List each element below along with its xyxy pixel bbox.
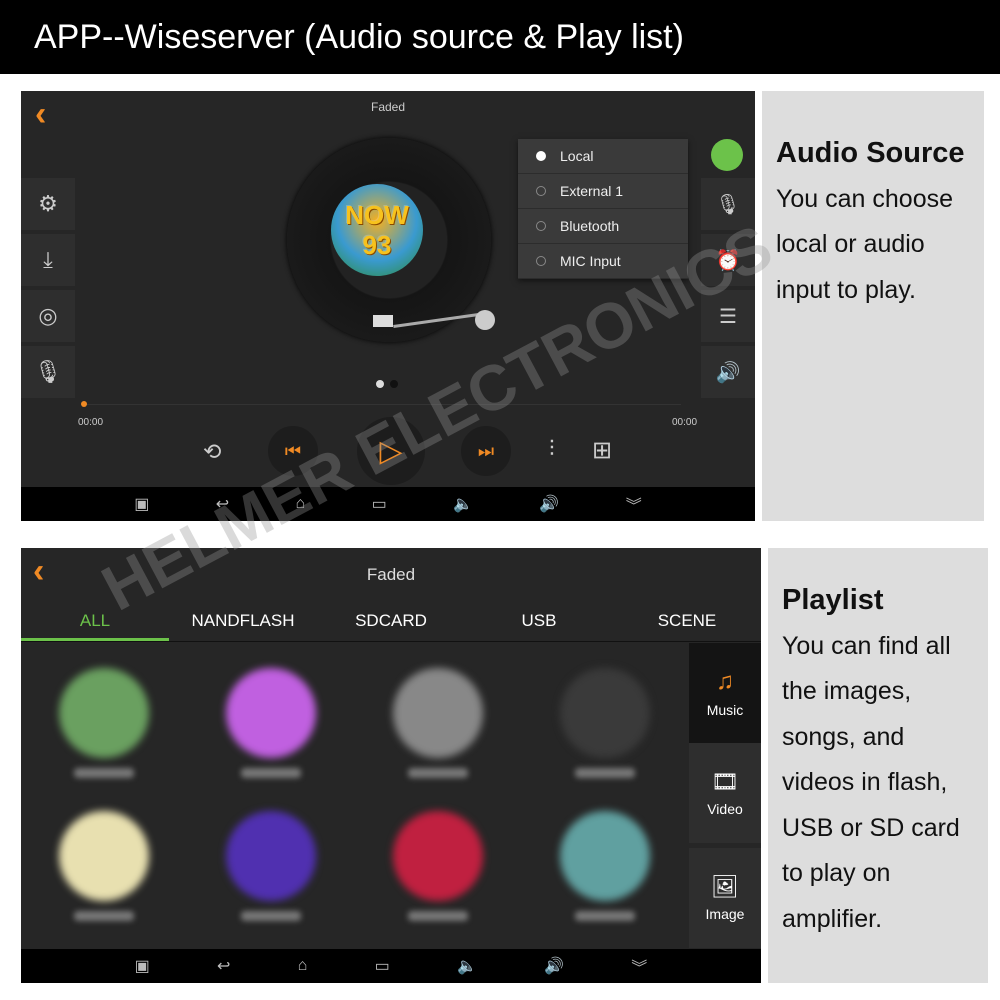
- recents-icon[interactable]: ▭: [372, 494, 387, 514]
- song-title: Faded: [370, 100, 406, 114]
- source-mic-input[interactable]: MIC Input: [518, 244, 688, 279]
- music-icon: ♫: [716, 668, 734, 695]
- android-nav-bar: ▣ ↩ ⌂ ▭ 🔈 🔊 ︾: [21, 949, 761, 983]
- vinyl-record: NOW 93: [287, 138, 491, 342]
- speaker-icon[interactable]: 🔊: [701, 346, 755, 398]
- page-header: APP--Wiseserver (Audio source & Play lis…: [0, 0, 1000, 74]
- page-dot[interactable]: [390, 380, 398, 388]
- tab-all[interactable]: ALL: [21, 608, 169, 641]
- player-screen: ‹ Faded ⚙ ⤓ ◎ 🎙 NOW 93 Local External 1 …: [21, 91, 755, 521]
- source-label: Local: [560, 148, 594, 164]
- audio-source-menu: Local External 1 Bluetooth MIC Input: [518, 139, 688, 279]
- panel-heading: Audio Source: [776, 137, 965, 169]
- category-video[interactable]: 🎞 Video: [689, 743, 761, 843]
- repeat-icon[interactable]: ⟲: [203, 439, 221, 465]
- back-nav-icon[interactable]: ↩: [216, 494, 229, 514]
- media-caption: [74, 911, 134, 921]
- tab-nandflash[interactable]: NANDFLASH: [169, 608, 317, 641]
- download-icon[interactable]: ⤓: [21, 234, 75, 286]
- home-icon[interactable]: ⌂: [298, 957, 308, 975]
- next-button[interactable]: ⏭: [461, 426, 511, 476]
- radio-icon: [536, 221, 546, 231]
- equalizer-icon[interactable]: ⫶: [549, 436, 555, 462]
- progress-bar[interactable]: [81, 404, 681, 405]
- panel-body: You can choose local or audio input to p…: [776, 184, 954, 304]
- media-caption: [241, 768, 301, 778]
- media-thumbnail[interactable]: [226, 668, 316, 758]
- play-button[interactable]: ▷: [357, 417, 425, 485]
- source-local[interactable]: Local: [518, 139, 688, 174]
- media-thumbnail[interactable]: [560, 811, 650, 901]
- audio-source-icon[interactable]: [711, 139, 743, 171]
- list-icon[interactable]: ☰: [701, 290, 755, 342]
- album-art: NOW 93: [331, 184, 423, 276]
- source-label: MIC Input: [560, 253, 621, 269]
- category-music[interactable]: ♫ Music: [689, 643, 761, 743]
- category-image[interactable]: 🖼 Image: [689, 848, 761, 948]
- radio-icon: [536, 186, 546, 196]
- progress-thumb[interactable]: [81, 401, 87, 407]
- source-external-1[interactable]: External 1: [518, 174, 688, 209]
- source-bluetooth[interactable]: Bluetooth: [518, 209, 688, 244]
- source-label: Bluetooth: [560, 218, 620, 234]
- media-thumbnail[interactable]: [59, 811, 149, 901]
- source-label: External 1: [560, 183, 624, 199]
- tab-usb[interactable]: USB: [465, 608, 613, 641]
- song-title: Faded: [366, 565, 416, 584]
- tonearm-pivot: [475, 310, 495, 330]
- playlist-screen: ‹ Faded ALL NANDFLASH SDCARD USB SCENE ♫…: [21, 548, 761, 983]
- grid-icon[interactable]: ⊞: [592, 436, 612, 465]
- category-label: Image: [705, 906, 745, 922]
- page-dot-active[interactable]: [376, 380, 384, 388]
- media-caption: [575, 911, 635, 921]
- radio-icon: [536, 256, 546, 266]
- volume-up-icon[interactable]: 🔊: [544, 956, 564, 976]
- audio-source-panel: Audio Source You can choose local or aud…: [762, 91, 984, 521]
- recents-icon[interactable]: ▭: [375, 956, 390, 976]
- tonearm: [373, 315, 393, 327]
- playlist-panel: Playlist You can find all the images, so…: [768, 548, 988, 983]
- volume-down-icon[interactable]: 🔈: [453, 494, 473, 514]
- volume-up-icon[interactable]: 🔊: [539, 494, 559, 514]
- media-thumbnail[interactable]: [393, 811, 483, 901]
- mic-rotate-icon[interactable]: 🎙: [701, 178, 755, 230]
- screenshot-icon[interactable]: ▣: [134, 494, 149, 514]
- album-art-text: NOW 93: [345, 200, 409, 260]
- settings-icon[interactable]: ⚙: [21, 178, 75, 230]
- volume-down-icon[interactable]: 🔈: [457, 956, 477, 976]
- microphone-icon[interactable]: 🎙: [21, 346, 75, 398]
- screenshot-icon[interactable]: ▣: [135, 956, 150, 976]
- source-tabs: ALL NANDFLASH SDCARD USB SCENE: [21, 608, 761, 642]
- film-icon: 🎞: [711, 769, 739, 794]
- tab-sdcard[interactable]: SDCARD: [317, 608, 465, 641]
- alarm-icon[interactable]: ⏰: [701, 234, 755, 286]
- collapse-icon[interactable]: ︾: [626, 492, 642, 516]
- media-thumbnail[interactable]: [393, 668, 483, 758]
- media-thumbnail[interactable]: [59, 668, 149, 758]
- media-caption: [408, 911, 468, 921]
- media-caption: [408, 768, 468, 778]
- radar-icon[interactable]: ◎: [21, 290, 75, 342]
- media-thumbnail[interactable]: [560, 668, 650, 758]
- android-nav-bar: ▣ ↩ ⌂ ▭ 🔈 🔊 ︾: [21, 487, 755, 521]
- media-caption: [74, 768, 134, 778]
- collapse-icon[interactable]: ︾: [631, 954, 647, 978]
- radio-icon: [536, 151, 546, 161]
- panel-heading: Playlist: [782, 584, 884, 616]
- image-icon: 🖼: [711, 874, 739, 899]
- time-total: 00:00: [672, 417, 698, 428]
- media-caption: [575, 768, 635, 778]
- back-nav-icon[interactable]: ↩: [217, 956, 230, 976]
- media-caption: [241, 911, 301, 921]
- home-icon[interactable]: ⌂: [296, 495, 306, 513]
- category-label: Video: [707, 801, 743, 817]
- time-current: 00:00: [78, 417, 104, 428]
- media-thumbnail[interactable]: [226, 811, 316, 901]
- tab-scene[interactable]: SCENE: [613, 608, 761, 641]
- previous-button[interactable]: ⏮: [268, 426, 318, 476]
- category-label: Music: [706, 702, 744, 718]
- panel-body: You can find all the images, songs, and …: [782, 631, 960, 933]
